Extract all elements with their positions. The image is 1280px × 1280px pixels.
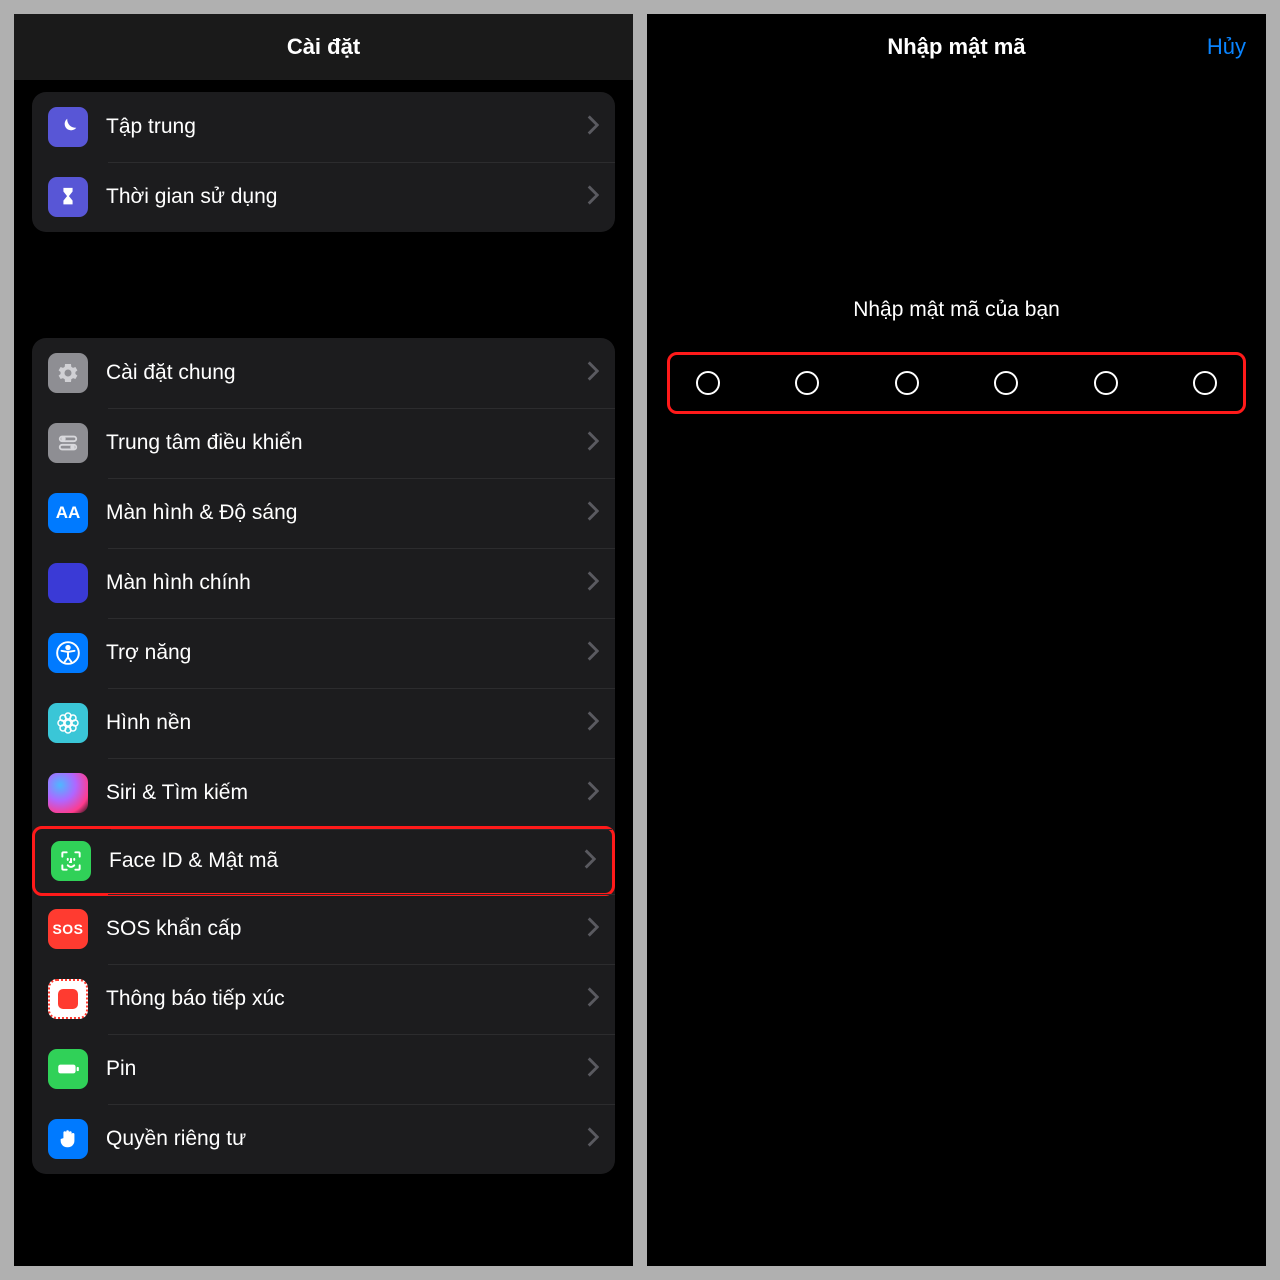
chevron-right-icon	[587, 987, 599, 1012]
row-battery[interactable]: Pin	[32, 1034, 615, 1104]
row-faceid[interactable]: Face ID & Mật mã	[32, 826, 615, 896]
row-home-screen[interactable]: Màn hình chính	[32, 548, 615, 618]
passcode-dot	[895, 371, 919, 395]
row-label: Siri & Tìm kiếm	[106, 781, 587, 805]
row-display[interactable]: AA Màn hình & Độ sáng	[32, 478, 615, 548]
passcode-dots[interactable]	[667, 352, 1246, 414]
row-general[interactable]: Cài đặt chung	[32, 338, 615, 408]
chevron-right-icon	[587, 431, 599, 456]
row-accessibility[interactable]: Trợ năng	[32, 618, 615, 688]
chevron-right-icon	[587, 185, 599, 210]
chevron-right-icon	[587, 1127, 599, 1152]
passcode-title: Nhập mật mã	[887, 34, 1025, 60]
passcode-nav: Nhập mật mã Hủy	[647, 14, 1266, 80]
row-control-center[interactable]: Trung tâm điều khiển	[32, 408, 615, 478]
passcode-dot	[1193, 371, 1217, 395]
faceid-icon	[51, 841, 91, 881]
chevron-right-icon	[587, 571, 599, 596]
row-wallpaper[interactable]: Hình nền	[32, 688, 615, 758]
row-label: Trợ năng	[106, 641, 587, 665]
row-label: Trung tâm điều khiển	[106, 431, 587, 455]
row-label: Face ID & Mật mã	[109, 849, 584, 873]
moon-icon	[48, 107, 88, 147]
row-label: Màn hình & Độ sáng	[106, 501, 587, 525]
settings-group-1: Tập trung Thời gian sử dụng	[32, 92, 615, 232]
home-grid-icon	[48, 563, 88, 603]
accessibility-icon	[48, 633, 88, 673]
row-label: Tập trung	[106, 115, 587, 139]
row-focus[interactable]: Tập trung	[32, 92, 615, 162]
row-label: Thông báo tiếp xúc	[106, 987, 587, 1011]
row-label: Hình nền	[106, 711, 587, 735]
passcode-dot	[696, 371, 720, 395]
text-size-icon: AA	[48, 493, 88, 533]
chevron-right-icon	[587, 781, 599, 806]
battery-icon	[48, 1049, 88, 1089]
passcode-screen: Nhập mật mã Hủy Nhập mật mã của bạn	[647, 14, 1266, 1266]
row-label: Thời gian sử dụng	[106, 185, 587, 209]
chevron-right-icon	[587, 711, 599, 736]
row-siri[interactable]: Siri & Tìm kiếm	[32, 758, 615, 828]
row-label: Màn hình chính	[106, 571, 587, 595]
row-exposure[interactable]: Thông báo tiếp xúc	[32, 964, 615, 1034]
chevron-right-icon	[584, 849, 596, 874]
passcode-dot	[1094, 371, 1118, 395]
gear-icon	[48, 353, 88, 393]
toggles-icon	[48, 423, 88, 463]
settings-title: Cài đặt	[14, 14, 633, 80]
chevron-right-icon	[587, 917, 599, 942]
chevron-right-icon	[587, 641, 599, 666]
chevron-right-icon	[587, 1057, 599, 1082]
chevron-right-icon	[587, 115, 599, 140]
row-privacy[interactable]: Quyền riêng tư	[32, 1104, 615, 1174]
cancel-button[interactable]: Hủy	[1207, 34, 1246, 60]
passcode-dot	[795, 371, 819, 395]
row-sos[interactable]: SOS SOS khẩn cấp	[32, 894, 615, 964]
row-label: SOS khẩn cấp	[106, 917, 587, 941]
row-label: Pin	[106, 1057, 587, 1081]
siri-icon	[48, 773, 88, 813]
passcode-body: Nhập mật mã của bạn	[647, 80, 1266, 414]
hourglass-icon	[48, 177, 88, 217]
exposure-icon	[48, 979, 88, 1019]
row-label: Quyền riêng tư	[106, 1127, 587, 1151]
passcode-dot	[994, 371, 1018, 395]
hand-icon	[48, 1119, 88, 1159]
chevron-right-icon	[587, 361, 599, 386]
row-label: Cài đặt chung	[106, 361, 587, 385]
passcode-prompt: Nhập mật mã của bạn	[647, 298, 1266, 322]
chevron-right-icon	[587, 501, 599, 526]
settings-group-2: Cài đặt chung Trung tâm điều khiển AA Mà…	[32, 338, 615, 1174]
sos-icon: SOS	[48, 909, 88, 949]
row-screentime[interactable]: Thời gian sử dụng	[32, 162, 615, 232]
settings-screen: Cài đặt Tập trung Thời gian sử dụng Cài …	[14, 14, 633, 1266]
flower-icon	[48, 703, 88, 743]
